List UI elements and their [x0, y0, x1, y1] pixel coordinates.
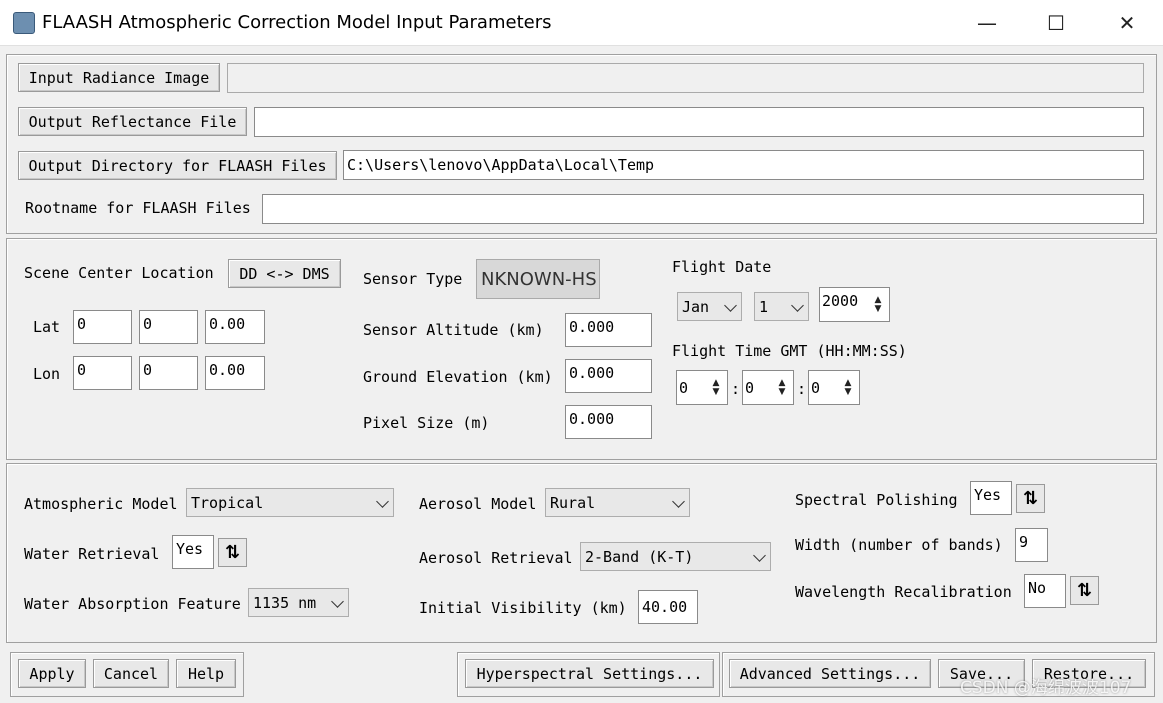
- output-reflectance-field[interactable]: [254, 107, 1144, 137]
- month-value: Jan: [682, 297, 710, 316]
- atmospheric-model-select[interactable]: Tropical: [186, 488, 394, 517]
- lon-label: Lon: [33, 365, 61, 383]
- aerosol-retrieval-select[interactable]: 2-Band (K-T): [580, 542, 771, 571]
- spin-arrows-icon[interactable]: ▲ ▼: [870, 291, 886, 318]
- year-value: 2000: [822, 292, 859, 310]
- output-directory-field[interactable]: C:\Users\lenovo\AppData\Local\Temp: [343, 150, 1144, 180]
- spin-arrows-icon[interactable]: ▲ ▼: [840, 374, 856, 401]
- chevron-down-icon: [791, 298, 804, 312]
- water-absorption-label: Water Absorption Feature: [24, 595, 241, 613]
- second-value: 0: [811, 378, 821, 397]
- pixel-size-input[interactable]: 0.000: [565, 405, 652, 439]
- output-directory-button[interactable]: Output Directory for FLAASH Files: [18, 151, 337, 180]
- advanced-settings-button[interactable]: Advanced Settings...: [729, 659, 931, 688]
- aerosol-model-value: Rural: [550, 493, 596, 512]
- sensor-type-label: Sensor Type: [363, 270, 463, 288]
- hour-value: 0: [679, 378, 689, 397]
- sensor-altitude-input[interactable]: 0.000: [565, 313, 652, 347]
- apply-button[interactable]: Apply: [18, 659, 86, 688]
- spin-arrows-icon[interactable]: ▲ ▼: [708, 374, 724, 401]
- width-bands-label: Width (number of bands): [795, 536, 1003, 554]
- close-button[interactable]: ✕: [1104, 6, 1150, 40]
- aerosol-model-label: Aerosol Model: [419, 495, 537, 513]
- chevron-down-icon: [331, 594, 344, 608]
- cancel-button[interactable]: Cancel: [93, 659, 169, 688]
- day-select[interactable]: 1: [754, 292, 809, 321]
- ground-elevation-label: Ground Elevation (km): [363, 368, 553, 386]
- minute-spinner[interactable]: 0 ▲ ▼: [742, 370, 794, 405]
- scene-center-label: Scene Center Location: [24, 264, 214, 282]
- wavelength-recalibration-toggle-icon[interactable]: ⇅: [1070, 576, 1099, 605]
- second-spinner[interactable]: 0 ▲ ▼: [808, 370, 860, 405]
- rootname-label: Rootname for FLAASH Files: [25, 199, 251, 217]
- lat-label: Lat: [33, 318, 61, 336]
- minimize-button[interactable]: —: [964, 6, 1010, 40]
- chevron-down-icon: [753, 548, 766, 562]
- lat-minutes-input[interactable]: 0: [139, 310, 198, 344]
- water-absorption-select[interactable]: 1135 nm: [248, 588, 349, 617]
- atmospheric-model-label: Atmospheric Model: [24, 495, 178, 513]
- spectral-polishing-label: Spectral Polishing: [795, 491, 958, 509]
- water-absorption-value: 1135 nm: [253, 593, 317, 612]
- flight-time-label: Flight Time GMT (HH:MM:SS): [672, 342, 907, 360]
- water-retrieval-value: Yes: [172, 535, 214, 569]
- lat-degrees-input[interactable]: 0: [73, 310, 132, 344]
- maximize-button[interactable]: ☐: [1033, 6, 1079, 40]
- chevron-down-icon: [724, 298, 737, 312]
- aerosol-retrieval-value: 2-Band (K-T): [585, 547, 694, 566]
- output-reflectance-button[interactable]: Output Reflectance File: [18, 107, 247, 136]
- time-separator: :: [731, 380, 741, 398]
- spectral-polishing-value: Yes: [970, 481, 1012, 515]
- lon-degrees-input[interactable]: 0: [73, 356, 132, 390]
- spectral-polishing-toggle-icon[interactable]: ⇅: [1016, 484, 1045, 513]
- aerosol-retrieval-label: Aerosol Retrieval: [419, 549, 573, 567]
- input-radiance-field[interactable]: [227, 63, 1144, 93]
- chevron-down-icon: [376, 494, 389, 508]
- water-retrieval-toggle-icon[interactable]: ⇅: [218, 538, 247, 567]
- app-icon: [13, 12, 35, 34]
- wavelength-recalibration-label: Wavelength Recalibration: [795, 583, 1012, 601]
- wavelength-recalibration-value: No: [1024, 574, 1066, 608]
- lon-seconds-input[interactable]: 0.00: [205, 356, 265, 390]
- lat-seconds-input[interactable]: 0.00: [205, 310, 265, 344]
- input-radiance-button[interactable]: Input Radiance Image: [18, 63, 220, 92]
- watermark: CSDN @海绵波波107: [960, 678, 1132, 698]
- spin-arrows-icon[interactable]: ▲ ▼: [774, 374, 790, 401]
- year-spinner[interactable]: 2000 ▲ ▼: [819, 287, 890, 322]
- sensor-type-select[interactable]: NKNOWN-HS: [476, 259, 600, 299]
- day-value: 1: [759, 297, 769, 316]
- sensor-altitude-label: Sensor Altitude (km): [363, 321, 544, 339]
- width-bands-input[interactable]: 9: [1015, 528, 1048, 562]
- help-button[interactable]: Help: [176, 659, 236, 688]
- lon-minutes-input[interactable]: 0: [139, 356, 198, 390]
- pixel-size-label: Pixel Size (m): [363, 414, 490, 432]
- chevron-down-icon: [672, 494, 685, 508]
- flight-date-label: Flight Date: [672, 258, 772, 276]
- hyperspectral-settings-button[interactable]: Hyperspectral Settings...: [465, 659, 714, 688]
- window-title: FLAASH Atmospheric Correction Model Inpu…: [42, 12, 552, 33]
- time-separator: :: [797, 380, 807, 398]
- atmospheric-model-value: Tropical: [191, 493, 264, 512]
- hour-spinner[interactable]: 0 ▲ ▼: [676, 370, 728, 405]
- title-bar: FLAASH Atmospheric Correction Model Inpu…: [0, 0, 1163, 46]
- aerosol-model-select[interactable]: Rural: [545, 488, 690, 517]
- initial-visibility-label: Initial Visibility (km): [419, 599, 627, 617]
- ground-elevation-input[interactable]: 0.000: [565, 359, 652, 393]
- minute-value: 0: [745, 378, 755, 397]
- dd-dms-button[interactable]: DD <-> DMS: [228, 259, 341, 288]
- rootname-field[interactable]: [262, 194, 1144, 224]
- water-retrieval-label: Water Retrieval: [24, 545, 160, 563]
- initial-visibility-input[interactable]: 40.00: [638, 590, 698, 624]
- month-select[interactable]: Jan: [677, 292, 742, 321]
